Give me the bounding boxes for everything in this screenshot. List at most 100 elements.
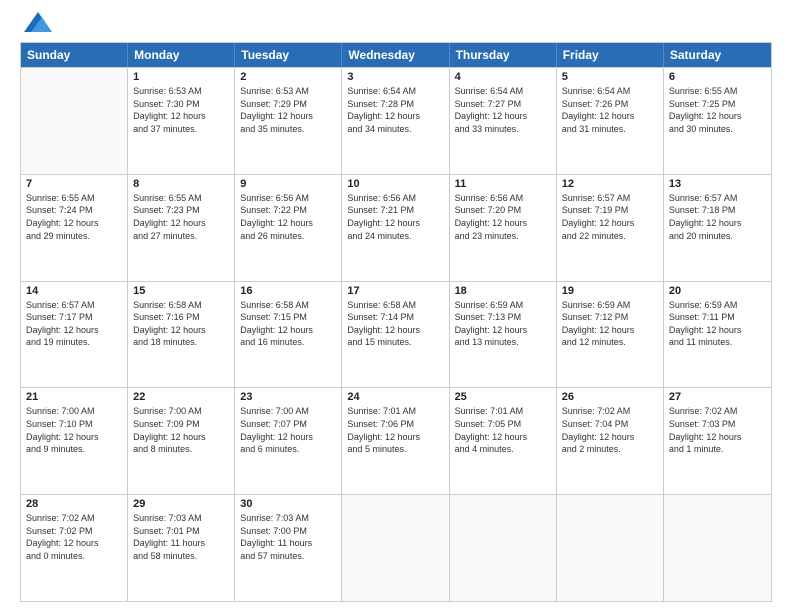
day-info: Sunrise: 6:55 AM Sunset: 7:23 PM Dayligh… — [133, 192, 229, 242]
day-number: 18 — [455, 285, 551, 297]
day-number: 14 — [26, 285, 122, 297]
day-number: 10 — [347, 178, 443, 190]
calendar-cell — [342, 495, 449, 601]
header — [20, 16, 772, 32]
calendar-cell: 18Sunrise: 6:59 AM Sunset: 7:13 PM Dayli… — [450, 282, 557, 388]
day-number: 19 — [562, 285, 658, 297]
calendar-cell: 23Sunrise: 7:00 AM Sunset: 7:07 PM Dayli… — [235, 388, 342, 494]
day-number: 9 — [240, 178, 336, 190]
calendar-cell: 4 Sunrise: 6:54 AM Sunset: 7:27 PM Daylig… — [450, 68, 557, 174]
day-info: Sunrise: 7:01 AM Sunset: 7:06 PM Dayligh… — [347, 405, 443, 455]
page: SundayMondayTuesdayWednesdayThursdayFrid… — [0, 0, 792, 612]
calendar-cell: 3Sunrise: 6:54 AM Sunset: 7:28 PM Daylig… — [342, 68, 449, 174]
day-info: Sunrise: 7:02 AM Sunset: 7:02 PM Dayligh… — [26, 512, 122, 562]
day-info: Sunrise: 6:57 AM Sunset: 7:19 PM Dayligh… — [562, 192, 658, 242]
calendar-cell — [450, 495, 557, 601]
weekday-header: Tuesday — [235, 43, 342, 67]
day-info: Sunrise: 6:58 AM Sunset: 7:15 PM Dayligh… — [240, 299, 336, 349]
day-info: Sunrise: 7:00 AM Sunset: 7:09 PM Dayligh… — [133, 405, 229, 455]
calendar-cell: 9 Sunrise: 6:56 AM Sunset: 7:22 PM Daylig… — [235, 175, 342, 281]
day-info: Sunrise: 6:53 AM Sunset: 7:29 PM Dayligh… — [240, 85, 336, 135]
calendar-header: SundayMondayTuesdayWednesdayThursdayFrid… — [21, 43, 771, 67]
calendar-cell: 30 Sunrise: 7:03 AM Sunset: 7:00 PM Dayli… — [235, 495, 342, 601]
calendar-cell: 8 Sunrise: 6:55 AM Sunset: 7:23 PM Daylig… — [128, 175, 235, 281]
calendar-cell: 13Sunrise: 6:57 AM Sunset: 7:18 PM Dayli… — [664, 175, 771, 281]
calendar-cell: 10 Sunrise: 6:56 AM Sunset: 7:21 PM Dayli… — [342, 175, 449, 281]
calendar-cell: 22Sunrise: 7:00 AM Sunset: 7:09 PM Dayli… — [128, 388, 235, 494]
calendar-cell: 12 Sunrise: 6:57 AM Sunset: 7:19 PM Dayli… — [557, 175, 664, 281]
calendar-row: 1 Sunrise: 6:53 AM Sunset: 7:30 PM Daylig… — [21, 67, 771, 174]
calendar-cell: 5 Sunrise: 6:54 AM Sunset: 7:26 PM Daylig… — [557, 68, 664, 174]
calendar-cell: 28 Sunrise: 7:02 AM Sunset: 7:02 PM Dayli… — [21, 495, 128, 601]
calendar-cell: 24 Sunrise: 7:01 AM Sunset: 7:06 PM Dayli… — [342, 388, 449, 494]
day-info: Sunrise: 6:54 AM Sunset: 7:26 PM Dayligh… — [562, 85, 658, 135]
logo-icon — [24, 12, 52, 32]
day-info: Sunrise: 6:54 AM Sunset: 7:27 PM Dayligh… — [455, 85, 551, 135]
calendar-cell: 15Sunrise: 6:58 AM Sunset: 7:16 PM Dayli… — [128, 282, 235, 388]
day-number: 5 — [562, 71, 658, 83]
day-info: Sunrise: 6:54 AM Sunset: 7:28 PM Dayligh… — [347, 85, 443, 135]
day-number: 17 — [347, 285, 443, 297]
day-number: 4 — [455, 71, 551, 83]
calendar-row: 28 Sunrise: 7:02 AM Sunset: 7:02 PM Dayli… — [21, 494, 771, 601]
day-number: 25 — [455, 391, 551, 403]
day-number: 6 — [669, 71, 766, 83]
day-number: 23 — [240, 391, 336, 403]
day-number: 12 — [562, 178, 658, 190]
weekday-header: Wednesday — [342, 43, 449, 67]
calendar-cell — [557, 495, 664, 601]
day-number: 16 — [240, 285, 336, 297]
calendar-cell: 20 Sunrise: 6:59 AM Sunset: 7:11 PM Dayli… — [664, 282, 771, 388]
calendar-cell: 2 Sunrise: 6:53 AM Sunset: 7:29 PM Daylig… — [235, 68, 342, 174]
calendar-row: 7Sunrise: 6:55 AM Sunset: 7:24 PM Daylig… — [21, 174, 771, 281]
calendar: SundayMondayTuesdayWednesdayThursdayFrid… — [20, 42, 772, 602]
weekday-header: Thursday — [450, 43, 557, 67]
day-info: Sunrise: 7:02 AM Sunset: 7:04 PM Dayligh… — [562, 405, 658, 455]
day-number: 30 — [240, 498, 336, 510]
day-number: 8 — [133, 178, 229, 190]
day-number: 20 — [669, 285, 766, 297]
calendar-cell: 25 Sunrise: 7:01 AM Sunset: 7:05 PM Dayli… — [450, 388, 557, 494]
day-number: 7 — [26, 178, 122, 190]
calendar-cell: 21Sunrise: 7:00 AM Sunset: 7:10 PM Dayli… — [21, 388, 128, 494]
day-number: 1 — [133, 71, 229, 83]
day-number: 28 — [26, 498, 122, 510]
day-number: 11 — [455, 178, 551, 190]
day-number: 27 — [669, 391, 766, 403]
calendar-cell: 29Sunrise: 7:03 AM Sunset: 7:01 PM Dayli… — [128, 495, 235, 601]
day-info: Sunrise: 6:58 AM Sunset: 7:16 PM Dayligh… — [133, 299, 229, 349]
calendar-cell: 26 Sunrise: 7:02 AM Sunset: 7:04 PM Dayli… — [557, 388, 664, 494]
calendar-cell: 6 Sunrise: 6:55 AM Sunset: 7:25 PM Daylig… — [664, 68, 771, 174]
weekday-header: Monday — [128, 43, 235, 67]
day-info: Sunrise: 7:00 AM Sunset: 7:10 PM Dayligh… — [26, 405, 122, 455]
calendar-cell: 16 Sunrise: 6:58 AM Sunset: 7:15 PM Dayli… — [235, 282, 342, 388]
calendar-row: 14 Sunrise: 6:57 AM Sunset: 7:17 PM Dayli… — [21, 281, 771, 388]
day-info: Sunrise: 6:56 AM Sunset: 7:21 PM Dayligh… — [347, 192, 443, 242]
day-info: Sunrise: 6:55 AM Sunset: 7:25 PM Dayligh… — [669, 85, 766, 135]
day-number: 24 — [347, 391, 443, 403]
calendar-cell: 17 Sunrise: 6:58 AM Sunset: 7:14 PM Dayli… — [342, 282, 449, 388]
day-info: Sunrise: 7:03 AM Sunset: 7:01 PM Dayligh… — [133, 512, 229, 562]
calendar-row: 21Sunrise: 7:00 AM Sunset: 7:10 PM Dayli… — [21, 387, 771, 494]
day-info: Sunrise: 7:01 AM Sunset: 7:05 PM Dayligh… — [455, 405, 551, 455]
calendar-cell: 27 Sunrise: 7:02 AM Sunset: 7:03 PM Dayli… — [664, 388, 771, 494]
calendar-cell: 14 Sunrise: 6:57 AM Sunset: 7:17 PM Dayli… — [21, 282, 128, 388]
day-info: Sunrise: 6:57 AM Sunset: 7:17 PM Dayligh… — [26, 299, 122, 349]
day-info: Sunrise: 7:02 AM Sunset: 7:03 PM Dayligh… — [669, 405, 766, 455]
day-number: 26 — [562, 391, 658, 403]
day-number: 2 — [240, 71, 336, 83]
day-info: Sunrise: 6:59 AM Sunset: 7:11 PM Dayligh… — [669, 299, 766, 349]
day-info: Sunrise: 6:59 AM Sunset: 7:12 PM Dayligh… — [562, 299, 658, 349]
day-info: Sunrise: 6:53 AM Sunset: 7:30 PM Dayligh… — [133, 85, 229, 135]
calendar-cell: 7Sunrise: 6:55 AM Sunset: 7:24 PM Daylig… — [21, 175, 128, 281]
day-info: Sunrise: 6:58 AM Sunset: 7:14 PM Dayligh… — [347, 299, 443, 349]
day-info: Sunrise: 7:03 AM Sunset: 7:00 PM Dayligh… — [240, 512, 336, 562]
day-info: Sunrise: 6:56 AM Sunset: 7:22 PM Dayligh… — [240, 192, 336, 242]
calendar-cell — [21, 68, 128, 174]
calendar-cell: 19 Sunrise: 6:59 AM Sunset: 7:12 PM Dayli… — [557, 282, 664, 388]
day-info: Sunrise: 6:57 AM Sunset: 7:18 PM Dayligh… — [669, 192, 766, 242]
calendar-cell: 11Sunrise: 6:56 AM Sunset: 7:20 PM Dayli… — [450, 175, 557, 281]
calendar-cell — [664, 495, 771, 601]
calendar-body: 1 Sunrise: 6:53 AM Sunset: 7:30 PM Daylig… — [21, 67, 771, 601]
logo — [20, 16, 52, 32]
